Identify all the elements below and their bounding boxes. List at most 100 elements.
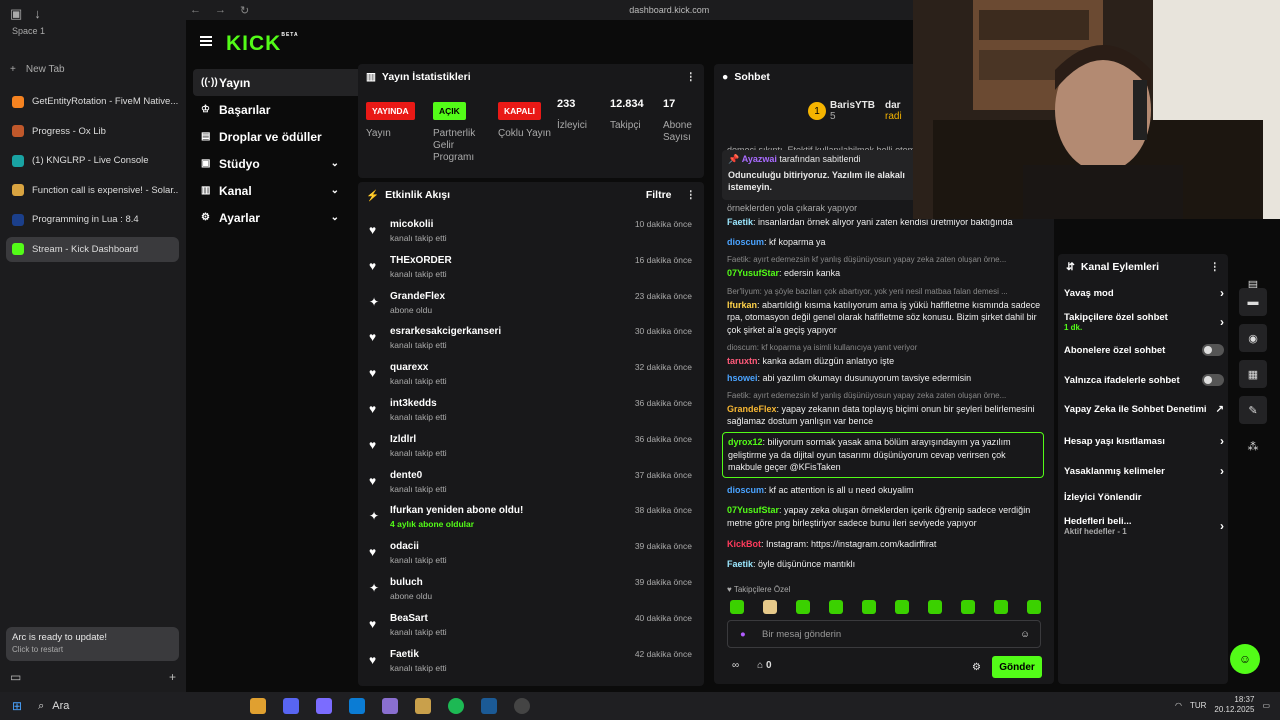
app-icon[interactable] [382, 698, 399, 714]
emote-icon[interactable] [961, 600, 975, 614]
store-icon[interactable]: ⌂ 0 [757, 660, 771, 671]
update-banner[interactable]: Arc is ready to update! Click to restart [6, 627, 179, 661]
toggle-switch[interactable] [1202, 374, 1224, 386]
chat-username[interactable]: GrandeFlex [727, 404, 777, 414]
chat-username[interactable]: hsowei [727, 373, 758, 383]
browser-tab[interactable]: (1) KNGLRP - Live Console [6, 148, 179, 173]
more-icon[interactable]: ⋮ [1210, 261, 1221, 273]
taskbar-search[interactable]: ⌕ Ara [30, 700, 220, 713]
channel-action-8[interactable]: Hedefleri beli... Aktif hedefler - 1 › [1064, 516, 1224, 536]
arc-icon[interactable] [316, 698, 333, 714]
menu-icon[interactable] [200, 36, 212, 46]
channel-action-7[interactable]: İzleyici Yönlendir [1064, 492, 1224, 503]
chat-bubble-icon[interactable]: ▬ [1239, 288, 1267, 316]
activity-item[interactable]: ♥ Faetik kanalı takip etti 42 dakika önce [358, 647, 704, 681]
toggle-switch[interactable] [1202, 344, 1224, 356]
nav-item-2[interactable]: ♔ Başarılar [193, 96, 347, 123]
mic-icon[interactable]: ● [740, 629, 746, 640]
emote-icon[interactable] [763, 600, 777, 614]
emote-icon[interactable] [730, 600, 744, 614]
activity-item[interactable]: ✦ Ifurkan yeniden abone oldu! 4 aylık abon… [358, 503, 704, 537]
sidebar-toggle-icon[interactable]: ▣ [10, 6, 22, 22]
chevron-down-icon[interactable]: ⌄ [331, 212, 339, 223]
emote-icon[interactable] [862, 600, 876, 614]
channel-action-6[interactable]: Yasaklanmış kelimeler › [1064, 464, 1224, 478]
notification-icon[interactable]: ▭ [1262, 701, 1270, 710]
send-button[interactable]: Gönder [992, 656, 1042, 678]
back-icon[interactable]: ← [190, 4, 201, 17]
channel-action-1[interactable]: Takipçilere özel sohbet 1 dk. › [1064, 312, 1224, 332]
channel-action-0[interactable]: Yavaş mod › [1064, 286, 1224, 300]
chat-username[interactable]: Faetik [727, 559, 753, 569]
chat-username[interactable]: 07YusufStar [727, 268, 779, 278]
clock-date[interactable]: 20.12.2025 [1214, 705, 1254, 715]
windows-start-icon[interactable]: ⊞ [12, 699, 22, 713]
channel-action-4[interactable]: Yapay Zeka ile Sohbet Denetimi ↗ [1064, 404, 1224, 415]
clock-time[interactable]: 18:37 [1214, 695, 1254, 705]
emote-icon[interactable] [928, 600, 942, 614]
emote-icon[interactable] [796, 600, 810, 614]
add-icon[interactable]: + [169, 670, 176, 684]
chat-username[interactable]: KickBot [727, 539, 761, 549]
chevron-down-icon[interactable]: ⌄ [331, 158, 339, 169]
activity-item[interactable]: ✦ buluch abone oldu 39 dakika önce [358, 575, 704, 609]
downloads-icon[interactable]: ↓ [34, 6, 41, 22]
more-icon[interactable]: ⋮ [686, 189, 697, 201]
connections-icon[interactable]: ⁂ [1239, 432, 1267, 460]
browser-tab[interactable]: Function call is expensive! - Solar... [6, 178, 179, 203]
obs-icon[interactable] [514, 698, 531, 714]
app-icon[interactable] [415, 698, 432, 714]
language-label[interactable]: TUR [1190, 701, 1206, 710]
chat-username[interactable]: Ifurkan [727, 300, 757, 310]
discord-icon[interactable] [283, 698, 300, 714]
emote-icon[interactable] [994, 600, 1008, 614]
chat-username[interactable]: Faetik [727, 217, 753, 227]
nav-item-3[interactable]: ▤ Droplar ve ödüller [193, 123, 347, 150]
spotify-icon[interactable] [448, 698, 465, 714]
settings-icon[interactable]: ⚙ [972, 662, 981, 673]
forward-icon[interactable]: → [215, 4, 226, 17]
broadcast-icon[interactable]: ◉ [1239, 324, 1267, 352]
activity-item[interactable]: ♥ Izldlrl kanalı takip etti 36 dakika önce [358, 432, 704, 466]
points-icon[interactable]: ∞ [732, 660, 739, 671]
activity-item[interactable]: ♥ odacii kanalı takip etti 39 dakika önce [358, 539, 704, 573]
emote-icon[interactable]: ☺ [1020, 629, 1030, 640]
chat-username[interactable]: dioscum [727, 485, 764, 495]
url-bar[interactable]: dashboard.kick.com [629, 5, 709, 15]
new-tab-button[interactable]: + New Tab [10, 64, 65, 75]
emote-icon[interactable] [1027, 600, 1041, 614]
activity-item[interactable]: ♥ dente0 kanalı takip etti 37 dakika önce [358, 468, 704, 502]
activity-item[interactable]: ♥ int3kedds kanalı takip etti 36 dakika önc… [358, 396, 704, 430]
activity-item[interactable]: ♥ esrarkesakcigerkanseri kanalı takip etti… [358, 324, 704, 358]
kick-logo[interactable]: KICKBETA [226, 32, 299, 56]
folder-icon[interactable] [250, 698, 267, 714]
activity-item[interactable]: ♥ micokolii kanalı takip etti 10 dakika önc… [358, 217, 704, 251]
emote-icon[interactable] [829, 600, 843, 614]
channel-action-5[interactable]: Hesap yaşı kısıtlaması › [1064, 434, 1224, 448]
steam-icon[interactable] [481, 698, 498, 714]
browser-tab[interactable]: Programming in Lua : 8.4 [6, 207, 179, 232]
archive-icon[interactable]: ▭ [10, 670, 21, 684]
reload-icon[interactable]: ↻ [240, 4, 249, 17]
browser-tab[interactable]: Progress - Ox Lib [6, 119, 179, 144]
more-icon[interactable]: ⋮ [686, 71, 697, 83]
chat-username[interactable]: dyrox12 [728, 437, 763, 447]
activity-item[interactable]: ♥ THExORDER kanalı takip etti 16 dakika önc… [358, 253, 704, 287]
chat-username[interactable]: taruxtn [727, 356, 758, 366]
channel-action-2[interactable]: Abonelere özel sohbet [1064, 344, 1224, 356]
nav-item-6[interactable]: ⚙ Ayarlar ⌄ [193, 204, 347, 231]
wrench-icon[interactable]: ✎ [1239, 396, 1267, 424]
browser-tab[interactable]: Stream - Kick Dashboard [6, 236, 179, 262]
activity-item[interactable]: ✦ GrandeFlex abone oldu 23 dakika önce [358, 289, 704, 323]
wifi-icon[interactable]: ◠ [1175, 701, 1182, 710]
help-button[interactable]: ☺ [1230, 644, 1260, 674]
chat-username[interactable]: dioscum [727, 237, 764, 247]
nav-item-4[interactable]: ▣ Stüdyo ⌄ [193, 150, 347, 177]
nav-item-5[interactable]: ▥ Kanal ⌄ [193, 177, 347, 204]
layout-icon[interactable]: ▦ [1239, 360, 1267, 388]
pinned-message[interactable]: 📌 Ayazwai tarafından sabitlendi Odunculu… [722, 150, 917, 200]
chevron-down-icon[interactable]: ⌄ [331, 185, 339, 196]
chat-input[interactable]: ● Bir mesaj gönderin ☺ [727, 620, 1041, 648]
chat-username[interactable]: 07YusufStar [727, 505, 779, 515]
activity-item[interactable]: ♥ quarexx kanalı takip etti 32 dakika önce [358, 360, 704, 394]
